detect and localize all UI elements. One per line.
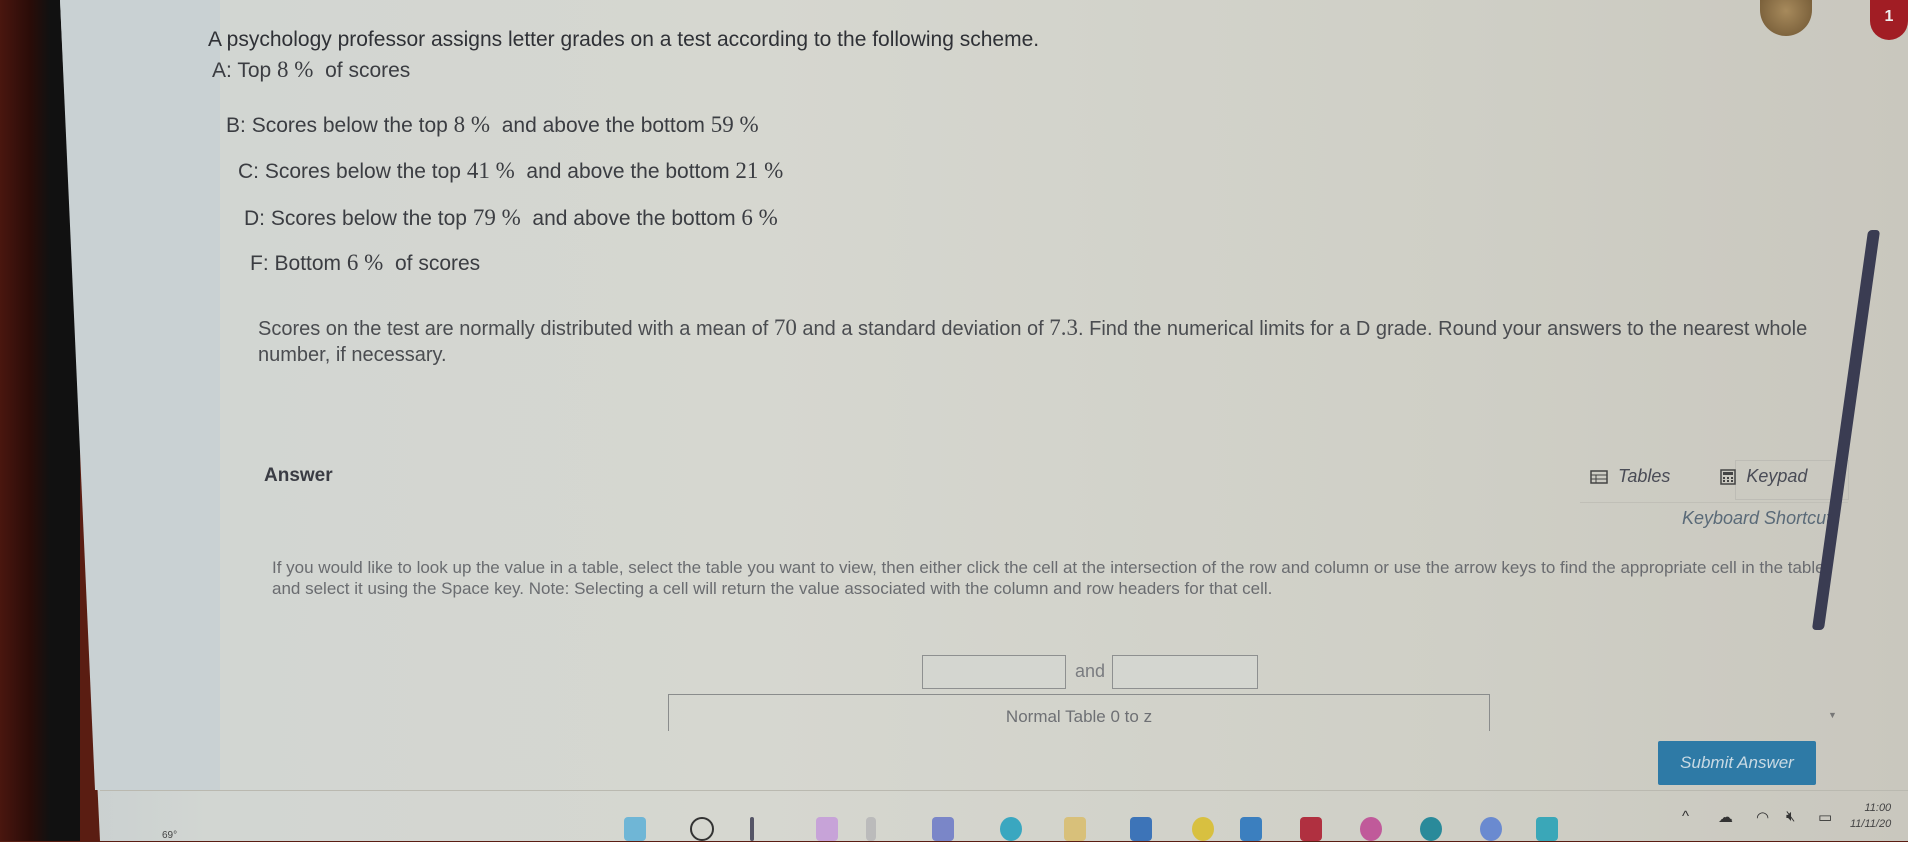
chrome-icon[interactable] — [1192, 817, 1214, 841]
grade-f: F: Bottom 6 % of scores — [250, 250, 481, 275]
calculator-icon — [1720, 468, 1737, 485]
outlook-icon[interactable] — [1240, 817, 1262, 841]
volume-muted-icon[interactable]: 🔇︎ — [1786, 808, 1795, 825]
battery-icon[interactable]: ▭ — [1818, 808, 1832, 826]
firefox-icon[interactable] — [1360, 817, 1382, 841]
search-icon[interactable] — [690, 817, 714, 841]
table-instructions: If you would like to look up the value i… — [272, 558, 1825, 598]
table-select-value: Normal Table 0 to z — [1005, 707, 1153, 726]
app-icon[interactable] — [1420, 817, 1442, 841]
edge-icon[interactable] — [1000, 817, 1022, 841]
app-icon-2[interactable] — [1480, 817, 1502, 841]
sd-value: 7.3 — [1049, 315, 1078, 340]
answer-tools: Tables Keypad — [1590, 466, 1807, 487]
submit-answer-button[interactable]: Submit Answer — [1658, 741, 1816, 785]
mcafee-icon[interactable] — [1300, 817, 1322, 841]
onedrive-cloud-icon[interactable]: ☁ — [1718, 808, 1733, 826]
file-explorer-icon[interactable] — [1064, 817, 1086, 841]
notification-badge[interactable]: 1 — [1870, 0, 1908, 40]
clock[interactable]: 11:00 11/11/20 — [1850, 800, 1891, 832]
scrollbar[interactable] — [1811, 230, 1881, 630]
divider — [1580, 502, 1848, 503]
tables-button[interactable]: Tables — [1590, 466, 1670, 487]
copilot-icon[interactable] — [816, 817, 838, 841]
grade-b: B: Scores below the top 8 % and above th… — [226, 112, 759, 137]
answer-heading: Answer — [264, 465, 333, 486]
grade-a: A: Top 8 % of scores — [212, 57, 411, 82]
wifi-icon[interactable]: ◠ — [1756, 808, 1769, 826]
question-body: Scores on the test are normally distribu… — [258, 315, 1808, 366]
store-icon[interactable] — [1130, 817, 1152, 841]
keyboard-shortcuts-link[interactable]: Keyboard Shortcuts — [1682, 508, 1840, 529]
weather-widget[interactable]: 69° — [162, 830, 177, 841]
grade-c: C: Scores below the top 41 % and above t… — [238, 158, 784, 183]
teams-icon[interactable] — [932, 817, 954, 841]
lower-limit-input[interactable] — [922, 655, 1066, 689]
start-icon[interactable] — [624, 817, 646, 841]
question-title: A psychology professor assigns letter gr… — [208, 28, 1040, 51]
app-icon-3[interactable] — [1536, 817, 1558, 841]
app-s-icon[interactable] — [866, 817, 876, 841]
grade-d: D: Scores below the top 79 % and above t… — [244, 205, 778, 230]
keypad-button[interactable]: Keypad — [1720, 466, 1807, 487]
user-avatar[interactable] — [1760, 0, 1812, 36]
upper-limit-input[interactable] — [1112, 655, 1258, 689]
table-icon — [1590, 469, 1608, 484]
show-hidden-icons-chevron-icon[interactable]: ^ — [1682, 808, 1689, 825]
dropdown-arrow-icon[interactable]: ▼ — [1828, 710, 1837, 720]
table-select-dropdown[interactable]: Normal Table 0 to z — [668, 694, 1490, 731]
task-view-icon[interactable] — [750, 817, 754, 841]
mean-value: 70 — [773, 315, 797, 340]
question-page: 1 A psychology professor assigns letter … — [0, 0, 1908, 841]
and-label: and — [1075, 661, 1106, 681]
